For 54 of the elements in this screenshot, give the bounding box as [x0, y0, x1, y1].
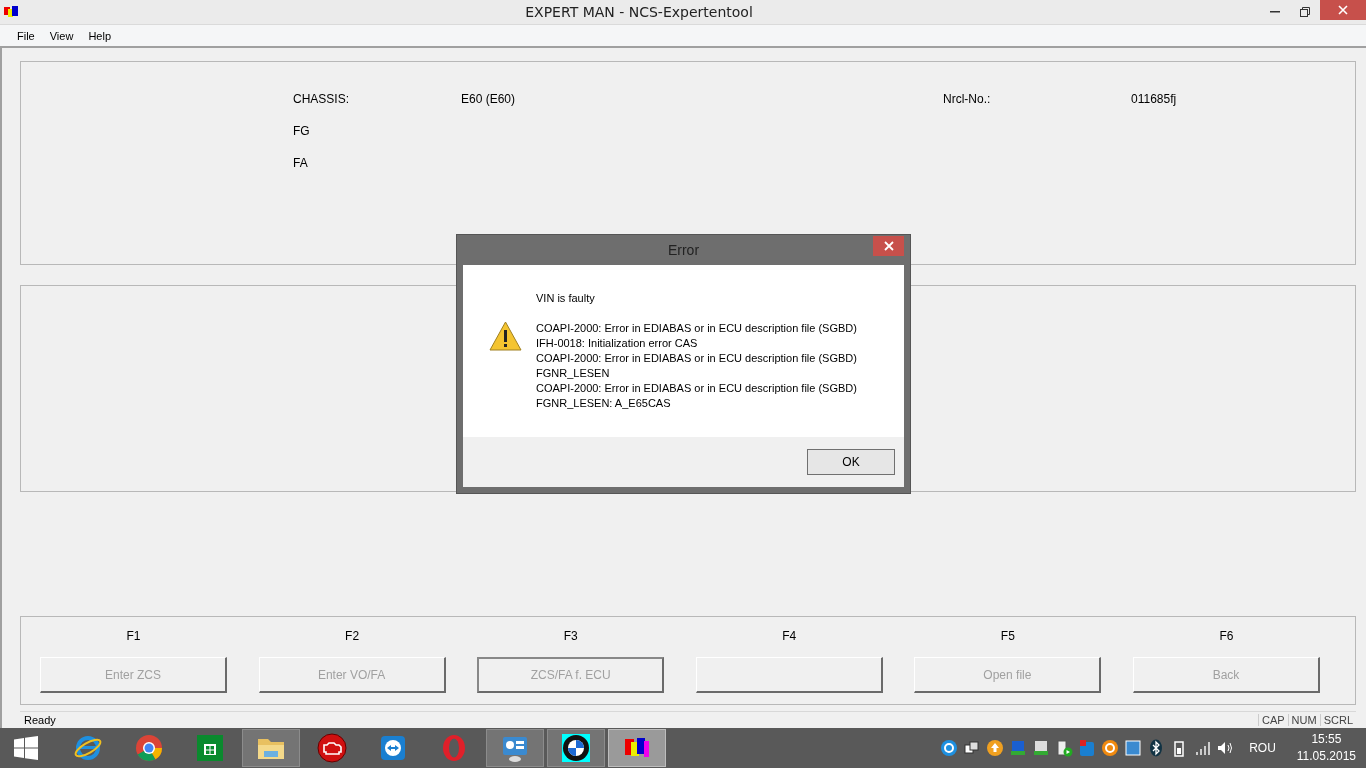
browser-circle-icon — [134, 733, 164, 763]
clock-date: 11.05.2015 — [1296, 748, 1356, 765]
store-bag-icon — [195, 733, 225, 763]
dialog-title: Error — [667, 242, 700, 258]
field-value: E60 (E60) — [461, 92, 517, 106]
menu-item[interactable]: File — [17, 29, 42, 42]
function-key-label: F5 — [1000, 629, 1015, 643]
ok-button[interactable]: OK — [807, 449, 895, 475]
status-text: Ready — [23, 714, 57, 726]
close-icon — [1338, 5, 1348, 15]
minimize-icon — [1270, 11, 1280, 13]
window-title: EXPERT MAN - NCS-Expertentool — [524, 4, 754, 20]
function-key-label: F4 — [782, 629, 797, 643]
status-indicator: CAP — [1257, 714, 1288, 726]
function-button[interactable] — [695, 657, 883, 693]
menu-item[interactable]: Help — [88, 29, 118, 42]
close-button[interactable] — [873, 236, 904, 256]
taskbar-app-button[interactable] — [608, 729, 666, 767]
close-icon — [883, 241, 894, 251]
server-icon[interactable] — [1055, 739, 1074, 757]
network-icon[interactable] — [1124, 739, 1143, 757]
error-message: COAPI-2000: Error in EDIABAS or in ECU description file (SGBD) — [536, 351, 857, 366]
signal-icon[interactable] — [1193, 739, 1212, 757]
arrow-up-icon[interactable] — [986, 739, 1005, 757]
error-message: COAPI-2000: Error in EDIABAS or in ECU description file (SGBD) — [536, 321, 857, 336]
restore-icon — [1300, 7, 1310, 17]
clock-time: 15:55 — [1311, 731, 1342, 748]
language-indicator[interactable]: ROU — [1249, 741, 1276, 755]
field-label: FG — [293, 124, 311, 138]
app-logo-icon — [4, 6, 18, 18]
field-label: Nrcl-No.: — [943, 92, 992, 106]
status-indicator: SCRL — [1319, 714, 1356, 726]
error-message: FGNR_LESEN — [536, 366, 611, 381]
error-heading: VIN is faulty — [536, 291, 596, 306]
roundel-icon — [561, 733, 591, 763]
field-label: FA — [293, 156, 309, 170]
windows-logo-icon — [14, 736, 38, 760]
function-key-label: F1 — [126, 629, 141, 643]
function-key-label: F2 — [345, 629, 360, 643]
error-message: IFH-0018: Initialization error CAS — [536, 336, 699, 351]
field-label: CHASSIS: — [293, 92, 350, 106]
error-message: FGNR_LESEN: A_E65CAS — [536, 396, 672, 411]
warning-icon — [489, 321, 522, 351]
windows-icon[interactable] — [963, 739, 982, 757]
function-key-label: F3 — [563, 629, 578, 643]
function-key-label: F6 — [1219, 629, 1234, 643]
engine-icon — [317, 733, 347, 763]
chip-icon[interactable] — [1032, 739, 1051, 757]
ring-icon[interactable] — [1101, 739, 1120, 757]
error-message: COAPI-2000: Error in EDIABAS or in ECU description file (SGBD) — [536, 381, 857, 396]
menu-item[interactable]: View — [49, 29, 81, 42]
status-indicator: NUM — [1287, 714, 1320, 726]
taskbar-app-button[interactable] — [547, 729, 605, 767]
field-value: 011685fj — [1131, 92, 1177, 106]
